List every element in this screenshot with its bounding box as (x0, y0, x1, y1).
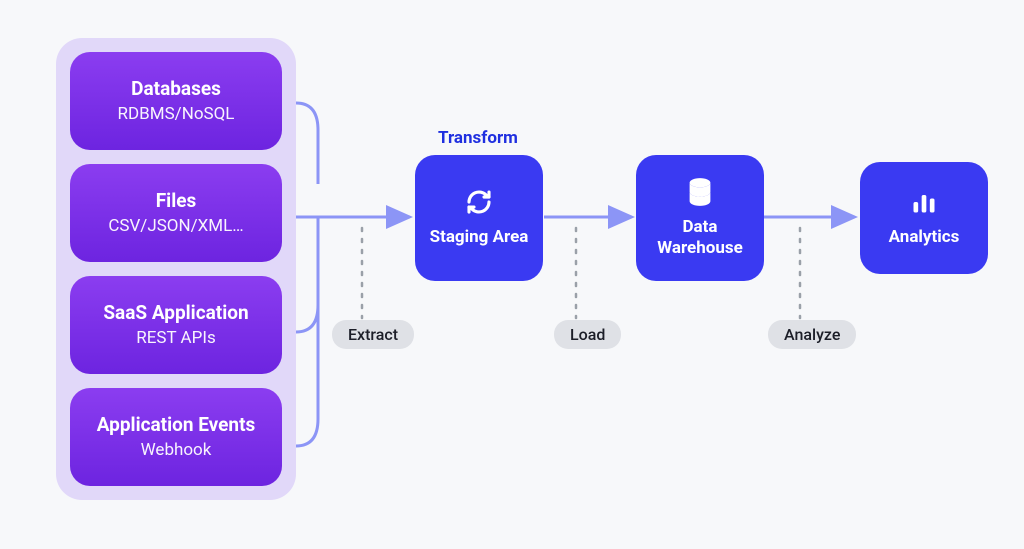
step-analyze: Analyze (768, 320, 856, 349)
step-load: Load (554, 320, 621, 349)
sync-icon (464, 187, 494, 217)
source-subtitle: REST APIs (82, 327, 270, 349)
stage-staging: Staging Area (415, 155, 543, 281)
source-files: Files CSV/JSON/XML… (70, 164, 282, 262)
database-icon (685, 177, 715, 207)
transform-label: Transform (438, 128, 518, 148)
stage-label: Staging Area (430, 227, 529, 248)
bar-chart-icon (909, 187, 939, 217)
source-databases: Databases RDBMS/NoSQL (70, 52, 282, 150)
step-extract: Extract (332, 320, 414, 349)
etl-diagram: Databases RDBMS/NoSQL Files CSV/JSON/XML… (0, 0, 1024, 549)
stage-label: Analytics (889, 227, 960, 248)
source-title: Application Events (82, 413, 270, 438)
source-title: Databases (82, 77, 270, 102)
stage-label: Data Warehouse (646, 217, 754, 260)
stage-warehouse: Data Warehouse (636, 155, 764, 281)
source-events: Application Events Webhook (70, 388, 282, 486)
source-subtitle: RDBMS/NoSQL (82, 103, 270, 125)
sources-panel: Databases RDBMS/NoSQL Files CSV/JSON/XML… (56, 38, 296, 500)
source-saas: SaaS Application REST APIs (70, 276, 282, 374)
stage-analytics: Analytics (860, 162, 988, 274)
source-title: SaaS Application (82, 301, 270, 326)
source-subtitle: CSV/JSON/XML… (82, 215, 270, 237)
source-subtitle: Webhook (82, 439, 270, 461)
source-title: Files (82, 189, 270, 214)
